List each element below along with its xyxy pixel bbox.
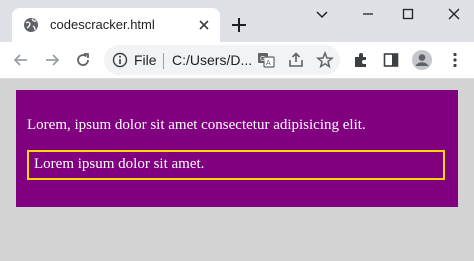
browser-tab[interactable]: codescracker.html bbox=[12, 8, 220, 42]
star-icon[interactable] bbox=[316, 51, 334, 69]
chevron-down-icon[interactable] bbox=[314, 6, 330, 22]
translate-icon[interactable]: G A bbox=[257, 51, 275, 69]
avatar-icon[interactable] bbox=[411, 49, 433, 71]
puzzle-icon[interactable] bbox=[352, 51, 370, 69]
arrow-left-icon[interactable] bbox=[12, 51, 30, 69]
browser-toolbar: File C:/Users/D... G A bbox=[0, 42, 474, 79]
svg-text:G: G bbox=[260, 56, 265, 63]
svg-text:A: A bbox=[266, 60, 271, 67]
window-close-icon[interactable] bbox=[446, 6, 462, 22]
purple-container: Lorem, ipsum dolor sit amet consectetur … bbox=[16, 90, 458, 207]
arrow-right-icon[interactable] bbox=[43, 51, 61, 69]
info-icon[interactable] bbox=[112, 52, 128, 68]
share-icon[interactable] bbox=[287, 51, 305, 69]
address-bar[interactable]: File C:/Users/D... G A bbox=[104, 45, 340, 75]
paragraph-1: Lorem, ipsum dolor sit amet consectetur … bbox=[27, 117, 366, 133]
reload-icon[interactable] bbox=[74, 51, 92, 69]
side-panel-icon[interactable] bbox=[382, 51, 400, 69]
bordered-box: Lorem ipsum dolor sit amet. bbox=[27, 150, 445, 180]
kebab-menu-icon[interactable] bbox=[446, 51, 464, 69]
site-label: File bbox=[134, 52, 157, 68]
minimize-icon[interactable] bbox=[360, 6, 376, 22]
new-tab-plus-icon[interactable] bbox=[230, 16, 248, 34]
url-text[interactable]: C:/Users/D... bbox=[172, 52, 252, 68]
tab-title: codescracker.html bbox=[50, 17, 155, 32]
page-viewport: Lorem, ipsum dolor sit amet consectetur … bbox=[0, 79, 474, 261]
globe-icon bbox=[24, 18, 38, 32]
maximize-icon[interactable] bbox=[400, 6, 416, 22]
omnibox-separator bbox=[163, 53, 164, 69]
title-bar: codescracker.html bbox=[0, 0, 474, 42]
paragraph-2: Lorem ipsum dolor sit amet. bbox=[34, 156, 205, 172]
close-icon[interactable] bbox=[196, 17, 212, 33]
